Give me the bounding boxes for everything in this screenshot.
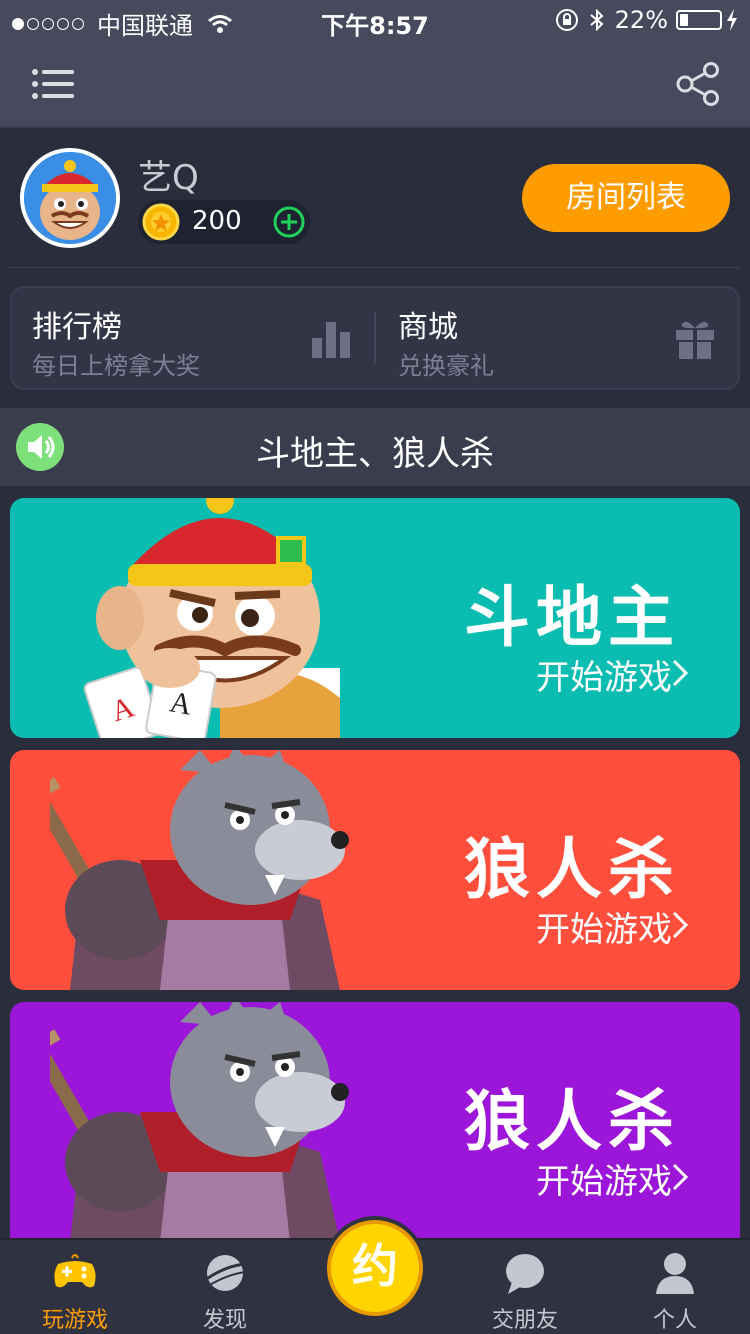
center-appointment-button[interactable]: 约 xyxy=(327,1220,423,1316)
chevron-right-icon xyxy=(672,659,688,687)
tab-label: 玩游戏 xyxy=(41,1308,108,1333)
announcement-bar: 斗地主、狼人杀 xyxy=(0,408,750,486)
tab-make-friends[interactable]: 交朋友 xyxy=(450,1240,600,1334)
profile-section: 艺Q 200 房间列表 xyxy=(0,128,750,268)
tab-discover[interactable]: 发现 xyxy=(150,1240,300,1334)
chevron-right-icon xyxy=(672,1163,688,1191)
avatar[interactable] xyxy=(20,148,120,248)
add-coins-icon[interactable] xyxy=(272,205,306,239)
werewolf-character-icon xyxy=(50,1002,349,1238)
shop-link[interactable]: 商城 兑换豪礼 xyxy=(378,288,738,388)
start-game-label: 开始游戏 xyxy=(536,910,672,950)
game-card-doudizhu[interactable]: A A 斗地主 开始游戏 xyxy=(10,498,740,738)
tab-label: 个人 xyxy=(652,1308,697,1333)
start-game-link[interactable]: 开始游戏 xyxy=(536,902,672,951)
announcement-text: 斗地主、狼人杀 xyxy=(256,434,494,474)
start-game-label: 开始游戏 xyxy=(536,658,672,698)
shop-subtitle: 兑换豪礼 xyxy=(398,352,494,380)
leaderboard-link[interactable]: 排行榜 每日上榜拿大奖 xyxy=(12,288,374,388)
username: 艺Q xyxy=(138,158,199,198)
divider xyxy=(10,267,740,268)
leaderboard-title: 排行榜 xyxy=(32,310,122,345)
tab-play-games[interactable]: 玩游戏 xyxy=(0,1240,150,1334)
game-title: 狼人杀 xyxy=(464,831,680,908)
orientation-lock-icon xyxy=(555,9,578,31)
game-card-werewolf-2[interactable]: 狼人杀 开始游戏 xyxy=(10,1002,740,1238)
landlord-character-icon: A A xyxy=(83,498,340,738)
leaderboard-subtitle: 每日上榜拿大奖 xyxy=(32,352,200,380)
chevron-right-icon xyxy=(672,911,688,939)
start-game-label: 开始游戏 xyxy=(536,1162,672,1202)
battery-icon xyxy=(676,10,722,30)
game-card-werewolf[interactable]: 狼人杀 开始游戏 xyxy=(10,750,740,990)
chat-bubble-icon xyxy=(506,1254,544,1294)
share-icon[interactable] xyxy=(676,62,720,106)
person-icon xyxy=(656,1253,694,1294)
quick-links-separator xyxy=(374,312,376,364)
hamburger-menu-icon[interactable] xyxy=(30,64,80,104)
quick-links-panel: 排行榜 每日上榜拿大奖 商城 兑换豪礼 xyxy=(10,286,740,390)
battery-percent: 22% xyxy=(614,6,668,34)
start-game-link[interactable]: 开始游戏 xyxy=(536,1154,672,1203)
bar-chart-icon xyxy=(312,322,350,358)
top-nav-bar xyxy=(0,40,750,128)
tab-profile[interactable]: 个人 xyxy=(600,1240,750,1334)
tab-label: 交朋友 xyxy=(491,1308,558,1333)
bluetooth-icon xyxy=(590,8,604,32)
planet-icon xyxy=(204,1255,247,1291)
werewolf-character-icon xyxy=(50,750,349,990)
shop-title: 商城 xyxy=(398,310,458,345)
coin-icon xyxy=(142,203,180,241)
charging-bolt-icon xyxy=(727,9,737,31)
status-bar: 中国联通 下午8:57 22% xyxy=(0,0,750,40)
start-game-link[interactable]: 开始游戏 xyxy=(536,650,672,699)
coin-count: 200 xyxy=(192,206,242,236)
game-title: 斗地主 xyxy=(464,579,680,656)
game-title: 狼人杀 xyxy=(464,1083,680,1160)
tab-label: 发现 xyxy=(202,1308,247,1333)
room-list-button[interactable]: 房间列表 xyxy=(522,164,730,232)
gift-icon xyxy=(676,321,714,359)
coin-balance: 200 xyxy=(138,200,310,244)
gamepad-icon xyxy=(54,1254,96,1288)
